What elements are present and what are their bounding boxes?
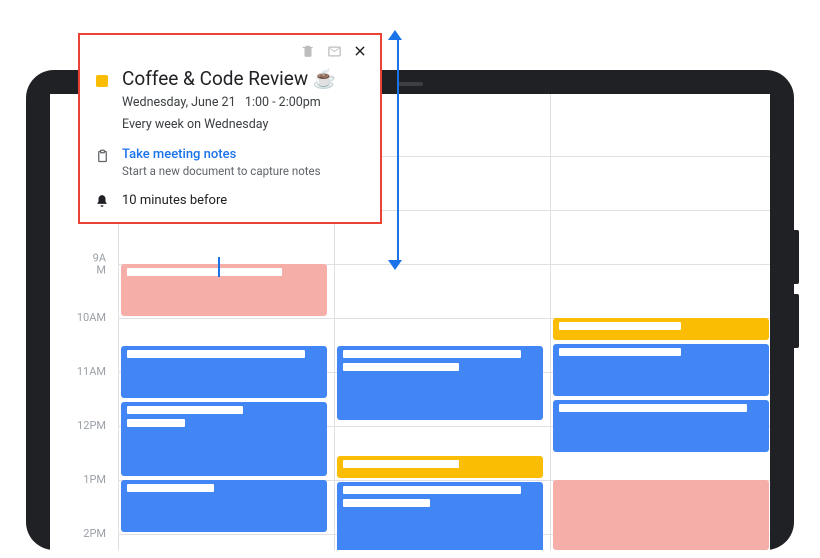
- tablet-side-button: [794, 294, 799, 348]
- calendar-event[interactable]: [553, 480, 769, 550]
- calendar-event[interactable]: [337, 482, 543, 550]
- email-icon[interactable]: [326, 43, 342, 59]
- event-datetime: Wednesday, June 21 1:00 - 2:00pm: [122, 94, 337, 112]
- calendar-event[interactable]: [553, 344, 769, 396]
- calendar-event[interactable]: [553, 318, 769, 340]
- vertical-resize-arrow-icon: [394, 30, 402, 270]
- popover-anchor-line: [218, 257, 220, 277]
- event-color-chip: [96, 75, 108, 87]
- event-title: Coffee & Code Review ☕: [122, 67, 337, 90]
- delete-icon[interactable]: [300, 43, 316, 59]
- calendar-event[interactable]: [121, 264, 327, 316]
- bell-icon: [94, 194, 110, 208]
- event-recurrence: Every week on Wednesday: [122, 116, 337, 134]
- take-notes-link[interactable]: Take meeting notes: [122, 147, 321, 162]
- popover-action-bar: [94, 43, 368, 59]
- event-details-popover: Coffee & Code Review ☕ Wednesday, June 2…: [78, 33, 382, 224]
- time-label: 1PM: [83, 474, 106, 486]
- take-notes-sub: Start a new document to capture notes: [122, 164, 321, 178]
- reminder-text: 10 minutes before: [122, 193, 227, 208]
- calendar-event[interactable]: [337, 456, 543, 478]
- notes-icon: [94, 149, 110, 164]
- calendar-event[interactable]: [121, 480, 327, 532]
- calendar-event[interactable]: [121, 402, 327, 476]
- time-label: 9AM: [93, 252, 106, 275]
- time-label: 10AM: [77, 312, 106, 324]
- calendar-event[interactable]: [553, 400, 769, 452]
- close-icon[interactable]: [352, 43, 368, 59]
- time-label: 11AM: [77, 366, 106, 378]
- calendar-event[interactable]: [121, 346, 327, 398]
- tablet-side-button: [794, 230, 799, 284]
- time-label: 2PM: [83, 528, 106, 540]
- time-label: 12PM: [77, 420, 106, 432]
- calendar-event[interactable]: [337, 346, 543, 420]
